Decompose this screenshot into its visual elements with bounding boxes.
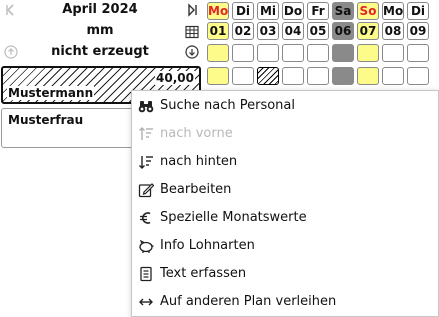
- menu-item-wage-types-info[interactable]: Info Lohnarten: [132, 232, 438, 260]
- shift-cell[interactable]: [332, 67, 354, 85]
- document-icon: [140, 266, 152, 282]
- day-status-cell[interactable]: [307, 44, 329, 62]
- calendar-prev-icon[interactable]: [4, 3, 18, 17]
- plan-status: nicht erzeugt: [51, 44, 149, 59]
- day-number[interactable]: 03: [257, 22, 279, 40]
- shift-cell[interactable]: [207, 67, 229, 85]
- menu-item-special-month-values[interactable]: Spezielle Monatswerte: [132, 204, 438, 232]
- employee-name: Musterfrau: [8, 113, 84, 127]
- menu-item-move-back[interactable]: nach hinten: [132, 148, 438, 176]
- employee-name: Mustermann: [7, 86, 95, 100]
- menu-item-move-forward[interactable]: nach vorne: [132, 120, 438, 148]
- weekday-header: Mi: [257, 2, 279, 20]
- weekday-header: Fr: [307, 2, 329, 20]
- shift-cell[interactable]: [307, 67, 329, 85]
- menu-item-label: Spezielle Monatswerte: [160, 210, 307, 225]
- weekday-header: Mo: [207, 2, 229, 20]
- day-status-cell[interactable]: [382, 44, 404, 62]
- weekday-header: Mo: [382, 2, 404, 20]
- sort-up-icon: [139, 127, 153, 140]
- edit-icon: [138, 183, 154, 198]
- month-title: April 2024: [62, 2, 138, 17]
- employee-hours: 40,00: [155, 71, 195, 85]
- day-status-cell[interactable]: [407, 44, 429, 62]
- status-row: nicht erzeugt: [0, 42, 203, 63]
- swap-arrows-icon: [139, 298, 153, 306]
- menu-item-label: Auf anderen Plan verleihen: [160, 294, 337, 309]
- euro-icon: [140, 212, 151, 224]
- weekday-header: Di: [407, 2, 429, 20]
- menu-item-search-staff[interactable]: Suche nach Personal: [132, 92, 438, 120]
- day-status-cell[interactable]: [207, 44, 229, 62]
- table-grid-icon[interactable]: [185, 25, 199, 39]
- shift-cell[interactable]: [232, 67, 254, 85]
- piggy-bank-icon: [139, 239, 154, 253]
- menu-item-label: Text erfassen: [160, 266, 247, 281]
- menu-item-label: Bearbeiten: [160, 182, 232, 197]
- weekday-header: Do: [282, 2, 304, 20]
- arrow-down-circle-icon[interactable]: [185, 45, 199, 59]
- weekday-header: So: [357, 2, 379, 20]
- calendar-next-icon[interactable]: [185, 3, 199, 17]
- day-number[interactable]: 05: [307, 22, 329, 40]
- day-status-cell[interactable]: [332, 44, 354, 62]
- menu-item-label: Suche nach Personal: [160, 98, 295, 113]
- shift-cell[interactable]: [257, 67, 279, 85]
- menu-item-label: nach hinten: [160, 154, 238, 169]
- day-number[interactable]: 04: [282, 22, 304, 40]
- shift-cell[interactable]: [282, 67, 304, 85]
- menu-item-label: nach vorne: [160, 126, 233, 141]
- shift-cell[interactable]: [382, 67, 404, 85]
- day-status-cell[interactable]: [257, 44, 279, 62]
- day-status-cell[interactable]: [282, 44, 304, 62]
- day-number[interactable]: 01: [207, 22, 229, 40]
- month-row: April 2024: [0, 0, 203, 21]
- arrow-up-circle-icon[interactable]: [4, 45, 18, 59]
- menu-item-lend-to-other-plan[interactable]: Auf anderen Plan verleihen: [132, 288, 438, 316]
- day-number[interactable]: 02: [232, 22, 254, 40]
- menu-item-edit[interactable]: Bearbeiten: [132, 176, 438, 204]
- day-number[interactable]: 08: [382, 22, 404, 40]
- day-status-cell[interactable]: [357, 44, 379, 62]
- unit-label: mm: [86, 23, 114, 38]
- day-number[interactable]: 06: [332, 22, 354, 40]
- unit-row: mm: [0, 21, 203, 42]
- binoculars-icon: [138, 101, 154, 113]
- shift-cell[interactable]: [407, 67, 429, 85]
- shift-cell[interactable]: [357, 67, 379, 85]
- menu-item-enter-text[interactable]: Text erfassen: [132, 260, 438, 288]
- day-number[interactable]: 07: [357, 22, 379, 40]
- sort-down-icon: [139, 156, 153, 169]
- day-number[interactable]: 09: [407, 22, 429, 40]
- day-status-cell[interactable]: [232, 44, 254, 62]
- context-menu: Suche nach Personal nach vorne nach hint…: [131, 90, 439, 317]
- menu-item-label: Info Lohnarten: [160, 238, 255, 253]
- weekday-header: Sa: [332, 2, 354, 20]
- weekday-header: Di: [232, 2, 254, 20]
